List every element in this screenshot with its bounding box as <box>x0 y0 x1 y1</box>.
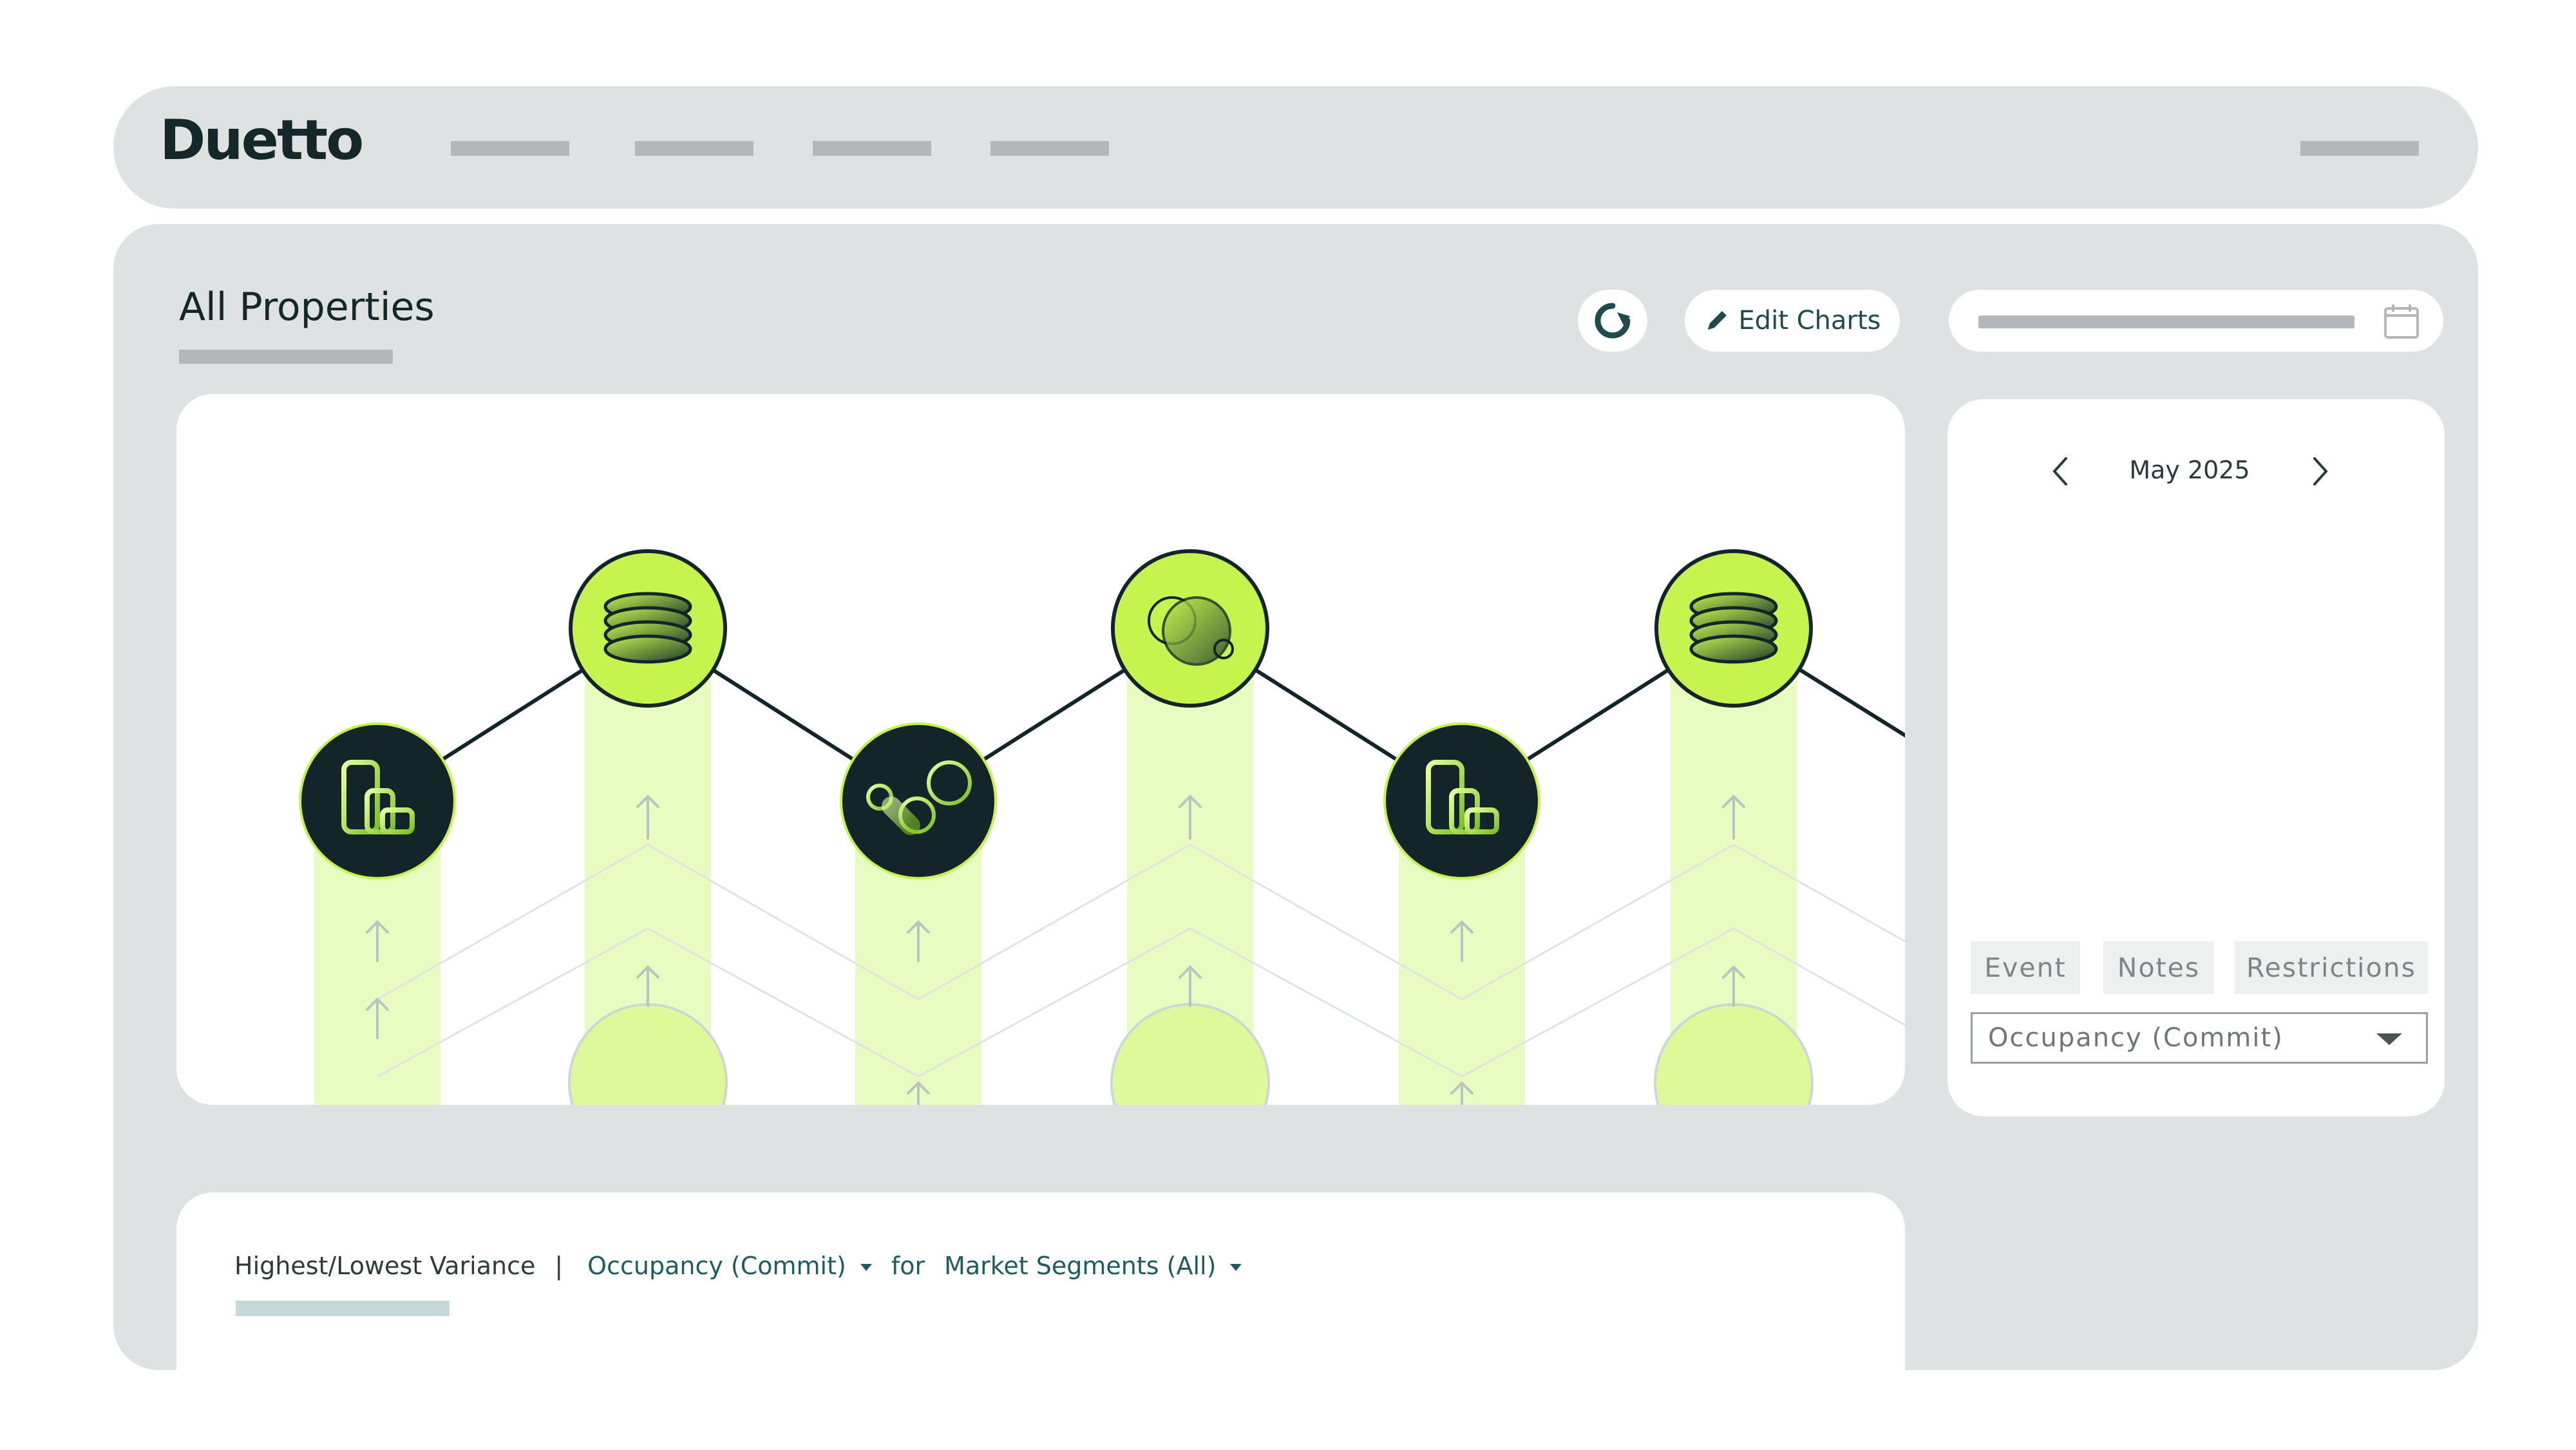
variance-metric-dropdown[interactable]: Occupancy (Commit) <box>587 1252 846 1280</box>
caret-down-icon <box>2376 1033 2402 1045</box>
variance-separator: | <box>554 1252 564 1280</box>
growth-illustration <box>176 394 1905 1105</box>
nav-item-placeholder-3[interactable] <box>813 141 931 156</box>
variance-header: Highest/Lowest Variance | Occupancy (Com… <box>234 1247 1261 1285</box>
circles-icon <box>1111 549 1269 708</box>
metric-select-value: Occupancy (Commit) <box>1988 1023 2284 1053</box>
variance-title: Highest/Lowest Variance <box>234 1252 536 1280</box>
nav-item-placeholder-2[interactable] <box>635 141 753 156</box>
variance-segment-dropdown[interactable]: Market Segments (All) <box>944 1252 1216 1280</box>
page-subtitle-placeholder <box>179 350 393 364</box>
edit-charts-button[interactable]: Edit Charts <box>1685 290 1900 352</box>
variance-for-text: for <box>891 1252 925 1280</box>
blocks-icon <box>1383 722 1540 880</box>
calendar-month-label: May 2025 <box>2129 456 2250 484</box>
date-range-placeholder <box>1978 315 2354 328</box>
tab-restrictions[interactable]: Restrictions <box>2235 941 2428 994</box>
user-menu-placeholder[interactable] <box>2300 141 2419 156</box>
calendar-icon[interactable] <box>2383 303 2420 340</box>
pencil-icon <box>1707 311 1727 330</box>
chevron-down-icon[interactable] <box>1230 1263 1242 1271</box>
edit-charts-label: Edit Charts <box>1738 306 1881 335</box>
refresh-button[interactable] <box>1578 290 1647 352</box>
duetto-logo[interactable]: Duetto <box>160 108 364 173</box>
stacked-coins-icon <box>569 549 727 708</box>
tab-event[interactable]: Event <box>1971 941 2080 994</box>
stacked-coins-icon <box>1654 549 1813 708</box>
variance-placeholder-bar <box>236 1301 450 1316</box>
chart-card <box>176 394 1905 1105</box>
metric-select[interactable]: Occupancy (Commit) <box>1971 1012 2428 1064</box>
chevron-down-icon[interactable] <box>860 1263 872 1271</box>
blocks-icon <box>299 722 456 880</box>
calendar-card <box>1947 399 2445 1116</box>
page-title: All Properties <box>179 285 435 330</box>
bubbles-icon <box>840 722 997 880</box>
chevron-right-icon[interactable] <box>2300 452 2339 491</box>
variance-card <box>176 1192 1905 1450</box>
tab-notes[interactable]: Notes <box>2103 941 2214 994</box>
chevron-left-icon[interactable] <box>2041 452 2080 491</box>
nav-item-placeholder-4[interactable] <box>990 141 1109 156</box>
refresh-icon <box>1595 303 1631 339</box>
nav-item-placeholder-1[interactable] <box>451 141 569 156</box>
